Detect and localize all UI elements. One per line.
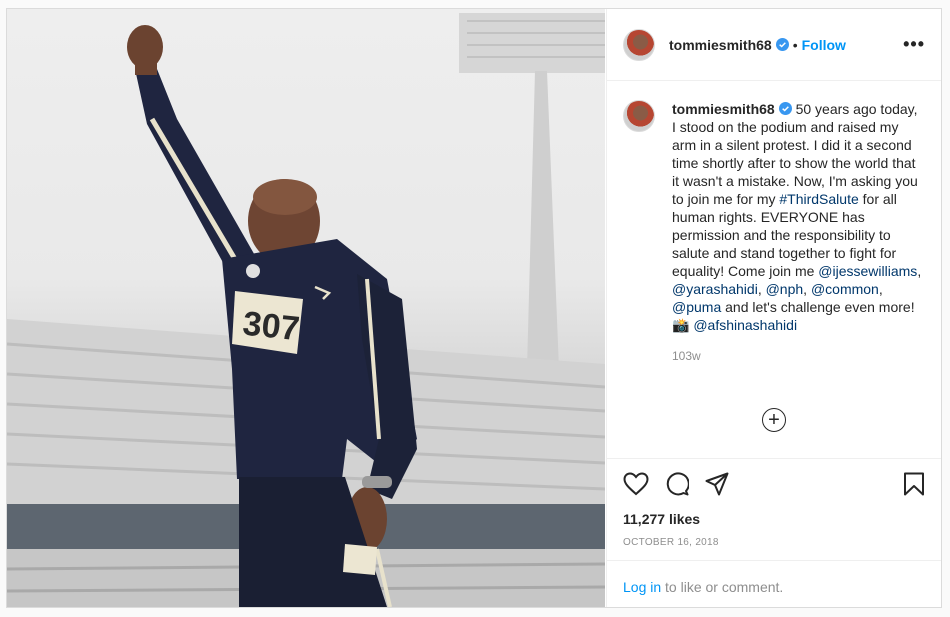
plus-circle-icon[interactable]: + (762, 408, 786, 432)
header-username[interactable]: tommiesmith68 (669, 37, 772, 53)
comment-icon[interactable] (665, 472, 689, 496)
action-icons (623, 469, 925, 499)
separator-dot: • (792, 36, 798, 53)
post-header: tommiesmith68 • Follow ••• (607, 9, 941, 81)
hashtag-link[interactable]: #ThirdSalute (779, 191, 858, 207)
bib-number: 307 (241, 305, 301, 349)
verified-icon (778, 102, 792, 115)
mention-link[interactable]: @yarashahidi (672, 281, 758, 297)
caption-comment: tommiesmith68 50 years ago today, I stoo… (623, 100, 925, 334)
verified-icon (775, 38, 789, 51)
post-photo[interactable]: 307 (7, 9, 605, 607)
mention-link[interactable]: @puma (672, 299, 721, 315)
post-sidebar: tommiesmith68 • Follow ••• tommiesmith68… (606, 9, 941, 607)
mention-link[interactable]: @nph (766, 281, 804, 297)
athlete-salute-image: 307 (7, 13, 605, 607)
share-icon[interactable] (705, 472, 729, 496)
login-prompt: Log in to like or comment. (607, 560, 941, 613)
post-date: OCTOBER 16, 2018 (623, 537, 719, 548)
mention-link[interactable]: @ijessewilliams (818, 263, 917, 279)
caption-separator: , (878, 281, 883, 297)
avatar[interactable] (623, 28, 655, 61)
mention-link[interactable]: @common (811, 281, 879, 297)
post-actions: 11,277 likes OCTOBER 16, 2018 (607, 458, 941, 548)
heart-icon[interactable] (623, 472, 649, 496)
login-link[interactable]: Log in (623, 579, 661, 595)
caption-username[interactable]: tommiesmith68 (672, 101, 775, 117)
like-count[interactable]: 11,277 likes (623, 511, 925, 527)
more-options-icon[interactable]: ••• (903, 34, 925, 55)
bookmark-icon[interactable] (903, 472, 925, 496)
login-prompt-text: to like or comment. (661, 579, 784, 595)
post-container: 307 tommiesmith68 • Follow ••• tommiesmi… (6, 8, 942, 608)
mention-link[interactable]: @afshinashahidi (693, 317, 797, 333)
caption-avatar[interactable] (623, 100, 655, 132)
comments-area: tommiesmith68 50 years ago today, I stoo… (607, 82, 941, 458)
caption-age[interactable]: 103w (672, 349, 925, 363)
caption-separator: , (803, 281, 811, 297)
caption-text: tommiesmith68 50 years ago today, I stoo… (672, 100, 922, 334)
caption-separator: , (757, 281, 766, 297)
caption-separator: , (917, 263, 922, 279)
follow-button[interactable]: Follow (802, 37, 846, 53)
